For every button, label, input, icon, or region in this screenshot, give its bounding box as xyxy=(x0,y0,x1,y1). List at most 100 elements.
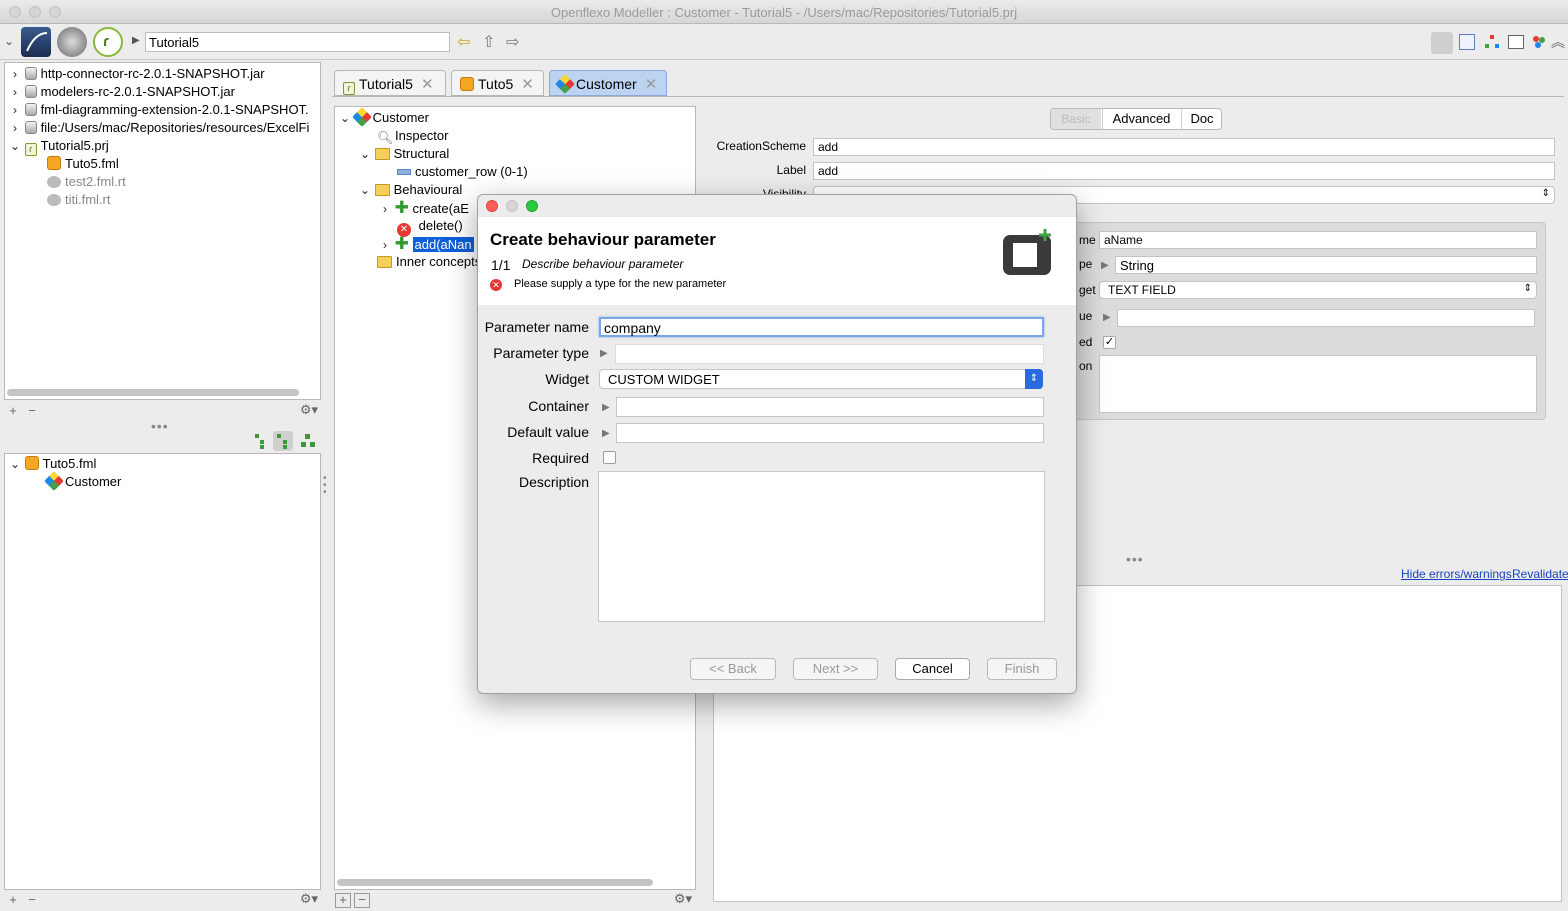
default-field[interactable] xyxy=(1117,309,1535,327)
minimize-dialog-button[interactable] xyxy=(506,200,518,212)
palette-icon[interactable] xyxy=(1531,34,1547,50)
vertical-splitter-handle[interactable]: • • • xyxy=(323,474,327,498)
forward-arrow-icon[interactable]: ⇨ xyxy=(506,32,519,52)
jar-icon xyxy=(24,103,37,116)
select-arrows-icon: ⇕ xyxy=(1541,188,1550,199)
close-tab-icon[interactable]: ✕ xyxy=(421,76,434,93)
param-name-field[interactable]: aName xyxy=(1099,231,1537,249)
description-textarea[interactable] xyxy=(598,471,1045,622)
up-arrow-icon[interactable]: ⇧ xyxy=(482,32,495,52)
tree-item[interactable]: test2.fml.rt xyxy=(47,173,126,191)
description-area[interactable] xyxy=(1099,355,1537,413)
tree-item[interactable]: ⌄ ɾ Tutorial5.prj xyxy=(9,137,109,156)
tree-item[interactable]: titi.fml.rt xyxy=(47,191,111,209)
tree-item[interactable]: › fml-diagramming-extension-2.0.1-SNAPSH… xyxy=(9,101,309,119)
expand-arrow-icon[interactable]: ▶ xyxy=(1101,260,1109,271)
splitter-handle[interactable]: ••• xyxy=(1126,551,1144,567)
add-button[interactable]: + xyxy=(5,404,21,419)
remove-button[interactable]: − xyxy=(24,893,40,908)
tree-item[interactable]: Inner concepts xyxy=(377,253,481,271)
back-arrow-icon[interactable]: ⇦ xyxy=(457,32,470,52)
close-tab-icon[interactable]: ✕ xyxy=(521,76,534,93)
splitter-handle[interactable]: ••• xyxy=(151,418,169,434)
parameter-name-input[interactable]: company xyxy=(599,317,1044,337)
collapse-up-icon[interactable]: ︽ xyxy=(1551,32,1565,52)
remove-button[interactable]: − xyxy=(354,893,370,908)
folder-icon xyxy=(374,148,390,160)
hierarchy-view-icon[interactable] xyxy=(273,431,293,451)
fml-perspective-icon[interactable] xyxy=(1431,32,1453,54)
tab-customer[interactable]: Customer ✕ xyxy=(549,70,667,96)
label-field[interactable]: add xyxy=(813,162,1555,180)
fml-module-icon[interactable]: ɾ xyxy=(93,27,123,57)
tree-item[interactable]: 🔍︎Inspector xyxy=(377,127,448,145)
dialog-title: Create behaviour parameter xyxy=(490,230,716,249)
step-description: Describe behaviour parameter xyxy=(522,257,684,271)
tab-advanced[interactable]: Advanced xyxy=(1102,109,1180,129)
breadcrumb[interactable]: Tutorial5 xyxy=(145,32,450,52)
zoom-dialog-button[interactable] xyxy=(526,200,538,212)
expand-arrow-icon[interactable]: ▶ xyxy=(602,402,610,413)
widget-select[interactable]: TEXT FIELD ⇕ xyxy=(1099,281,1537,299)
horizontal-scrollbar[interactable] xyxy=(337,879,653,886)
tree-item-selected[interactable]: › ✚ add(aNan xyxy=(379,235,474,253)
add-button[interactable]: + xyxy=(5,893,21,908)
openflexo-logo-icon xyxy=(1001,229,1055,277)
hierarchy-icon[interactable] xyxy=(1484,34,1500,50)
required-checkbox[interactable] xyxy=(603,451,616,464)
tree-item[interactable]: ⌄ Customer xyxy=(339,107,429,127)
tab-tuto5[interactable]: Tuto5 ✕ xyxy=(451,70,544,96)
tree-item[interactable]: › ✚ create(aE xyxy=(379,199,469,217)
next-button[interactable]: Next >> xyxy=(793,658,878,680)
required-checkbox[interactable]: ✓ xyxy=(1103,336,1116,349)
horizontal-scrollbar[interactable] xyxy=(7,389,299,396)
back-button[interactable]: << Back xyxy=(690,658,776,680)
creation-scheme-field[interactable]: add xyxy=(813,138,1555,156)
fml-file-icon[interactable] xyxy=(1459,34,1475,50)
expand-arrow-icon[interactable]: ▶ xyxy=(602,428,610,439)
gear-icon[interactable]: ⚙▾ xyxy=(298,403,320,418)
param-type-field[interactable]: String xyxy=(1115,256,1537,274)
parameter-type-input[interactable] xyxy=(615,344,1044,364)
tree-item[interactable]: › modelers-rc-2.0.1-SNAPSHOT.jar xyxy=(9,83,235,101)
gear-icon[interactable]: ⚙▾ xyxy=(298,892,320,907)
expand-arrow-icon[interactable]: ▶ xyxy=(1103,312,1111,323)
required-label: Required xyxy=(532,450,589,466)
window-layout-icon[interactable] xyxy=(1508,35,1524,49)
default-value-input[interactable] xyxy=(616,423,1044,443)
select-arrows-icon[interactable]: ⇕ xyxy=(1025,369,1043,389)
param-type-label: pe xyxy=(1079,257,1093,271)
close-tab-icon[interactable]: ✕ xyxy=(645,76,658,93)
expand-arrow-icon[interactable]: ▶ xyxy=(600,348,608,359)
graph-view-icon[interactable] xyxy=(300,433,316,449)
tree-item[interactable]: › http-connector-rc-2.0.1-SNAPSHOT.jar xyxy=(9,65,265,83)
cancel-button[interactable]: Cancel xyxy=(895,658,970,680)
revalidate-link[interactable]: Revalidate xyxy=(1512,567,1568,581)
widget-select[interactable]: CUSTOM WIDGET ⇕ xyxy=(599,369,1043,389)
close-dialog-button[interactable] xyxy=(486,200,498,212)
tab-basic[interactable]: Basic xyxy=(1051,109,1101,129)
tree-view-icon[interactable] xyxy=(253,432,267,450)
tree-item[interactable]: customer_row (0-1) xyxy=(397,163,528,181)
tree-item[interactable]: Customer xyxy=(44,471,121,491)
diagram-module-icon[interactable] xyxy=(21,27,51,57)
tree-item[interactable]: ⌄ Structural xyxy=(359,145,449,163)
finish-button[interactable]: Finish xyxy=(987,658,1057,680)
tree-item[interactable]: ⌄ Tuto5.fml xyxy=(9,455,96,473)
tree-item[interactable]: Tuto5.fml xyxy=(47,155,119,173)
hide-errors-link[interactable]: Hide errors/warnings xyxy=(1401,567,1512,581)
tree-item[interactable]: ✕ delete() xyxy=(397,217,463,237)
add-button[interactable]: + xyxy=(335,893,351,908)
tab-tutorial5[interactable]: ɾ Tutorial5 ✕ xyxy=(334,70,446,96)
chevron-down-icon[interactable]: ⌄ xyxy=(4,34,14,48)
tree-item[interactable]: ⌄ Behavioural xyxy=(359,181,462,199)
error-icon: ✕ xyxy=(490,279,502,291)
concept-icon xyxy=(44,471,64,491)
container-input[interactable] xyxy=(616,397,1044,417)
remove-button[interactable]: − xyxy=(24,404,40,419)
inspector-tabs: Basic Advanced Doc xyxy=(1050,108,1222,130)
model-module-icon[interactable] xyxy=(57,27,87,57)
tab-doc[interactable]: Doc xyxy=(1181,109,1222,129)
tree-item[interactable]: › file:/Users/mac/Repositories/resources… xyxy=(9,119,309,137)
gear-icon[interactable]: ⚙▾ xyxy=(672,892,694,907)
